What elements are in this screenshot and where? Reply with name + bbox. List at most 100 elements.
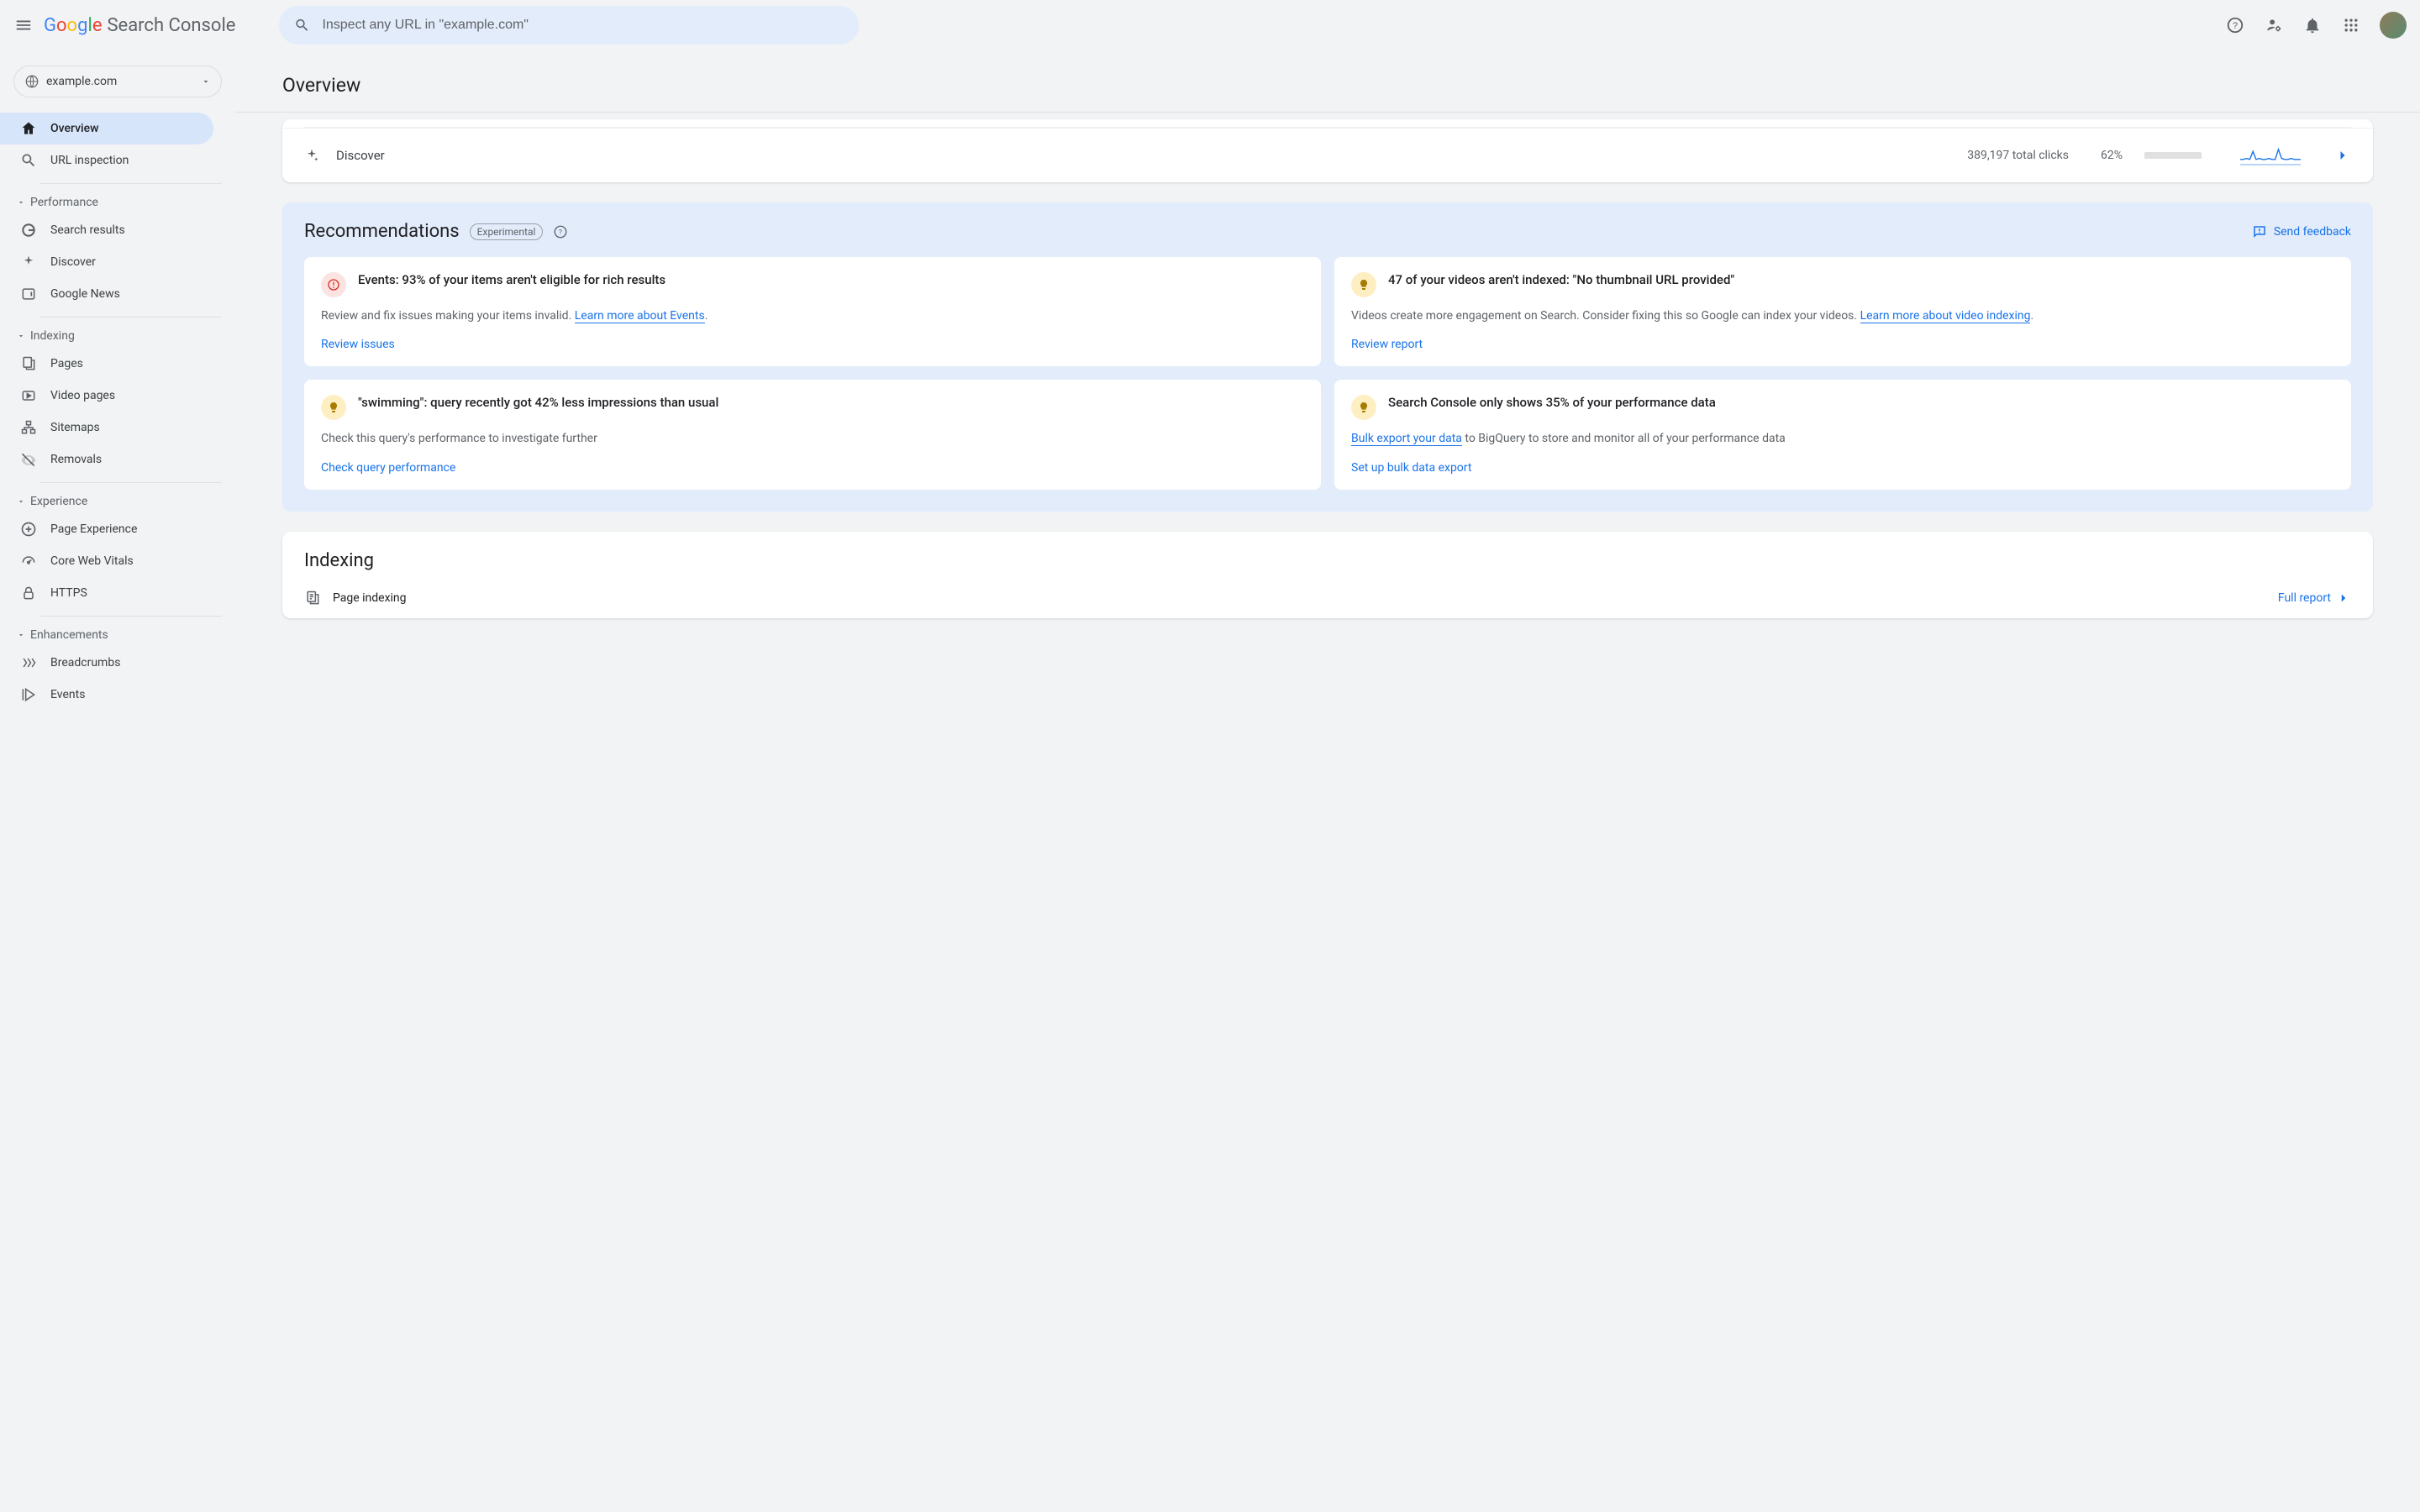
pages-icon	[304, 590, 321, 606]
video-icon	[20, 387, 37, 404]
account-avatar[interactable]	[2380, 12, 2407, 39]
menu-icon[interactable]	[13, 15, 34, 35]
discover-sparkline	[2240, 145, 2301, 165]
discover-label: Discover	[336, 148, 385, 163]
recommendation-card: "swimming": query recently got 42% less …	[304, 380, 1321, 489]
discover-pct: 62%	[2101, 149, 2123, 162]
property-name: example.com	[46, 75, 117, 88]
performance-card: Discover 389,197 total clicks 62%	[282, 119, 2373, 182]
sidebar-item-breadcrumbs[interactable]: Breadcrumbs	[0, 647, 213, 679]
sidebar-item-core-web-vitals[interactable]: Core Web Vitals	[0, 545, 213, 577]
indexing-title: Indexing	[282, 532, 2373, 578]
sidebar-item-label: URL inspection	[50, 154, 129, 167]
sidebar-group-indexing[interactable]: Indexing	[0, 324, 235, 348]
sidebar-item-label: Discover	[50, 255, 96, 269]
help-icon[interactable]: ?	[2225, 15, 2245, 35]
sidebar-item-page-experience[interactable]: Page Experience	[0, 513, 213, 545]
sidebar-item-pages[interactable]: Pages	[0, 348, 213, 380]
recommendations-title: Recommendations	[304, 221, 460, 242]
full-report-link[interactable]: Full report	[2278, 591, 2351, 606]
sidebar-item-https[interactable]: HTTPS	[0, 577, 213, 609]
recommendation-body: Videos create more engagement on Search.…	[1351, 307, 2334, 324]
lightbulb-icon	[321, 395, 346, 420]
indexing-card: Indexing Page indexing Full report	[282, 532, 2373, 618]
sidebar-item-label: Overview	[50, 122, 98, 135]
chevron-right-icon[interactable]	[2334, 147, 2351, 164]
apps-icon[interactable]	[2341, 15, 2361, 35]
discover-row[interactable]: Discover 389,197 total clicks 62%	[282, 128, 2373, 182]
recommendation-body: Check this query's performance to invest…	[321, 430, 1304, 447]
speed-icon	[20, 553, 37, 570]
recommendation-learn-more-link[interactable]: Learn more about Events	[575, 309, 705, 323]
send-feedback-link[interactable]: Send feedback	[2252, 224, 2351, 239]
chevron-down-icon	[17, 332, 25, 340]
lightbulb-icon	[1351, 272, 1376, 297]
recommendation-title: Search Console only shows 35% of your pe…	[1388, 395, 1716, 410]
sidebar-item-label: Google News	[50, 287, 120, 301]
sidebar-item-label: Search results	[50, 223, 125, 237]
visibility-off-icon	[20, 451, 37, 468]
sidebar-item-label: Pages	[50, 357, 83, 370]
sidebar-item-label: Page Experience	[50, 522, 137, 536]
recommendation-learn-more-link[interactable]: Bulk export your data	[1351, 432, 1462, 446]
globe-icon	[24, 74, 39, 89]
sidebar-item-label: Removals	[50, 453, 102, 466]
sidebar: example.com Overview URL inspection Perfor…	[0, 50, 235, 1512]
recommendation-title: 47 of your videos aren't indexed: "No th…	[1388, 272, 1734, 287]
sidebar-item-label: HTTPS	[50, 586, 87, 600]
url-inspect-search[interactable]	[279, 6, 859, 45]
home-icon	[20, 120, 37, 137]
experimental-badge: Experimental	[470, 223, 544, 240]
sidebar-item-label: Core Web Vitals	[50, 554, 134, 568]
discover-clicks: 389,197 total clicks	[1967, 149, 2069, 162]
sidebar-item-removals[interactable]: Removals	[0, 444, 213, 475]
sidebar-group-performance[interactable]: Performance	[0, 191, 235, 214]
chevron-down-icon	[201, 76, 211, 87]
recommendation-body: Review and fix issues making your items …	[321, 307, 1304, 324]
notifications-icon[interactable]	[2302, 15, 2323, 35]
recommendation-card: 47 of your videos aren't indexed: "No th…	[1334, 257, 2351, 366]
help-icon[interactable]: ?	[553, 224, 568, 239]
recommendation-action-link[interactable]: Check query performance	[321, 461, 1304, 475]
logo[interactable]: Google Search Console	[44, 15, 235, 36]
pages-icon	[20, 355, 37, 372]
sidebar-item-label: Sitemaps	[50, 421, 100, 434]
url-inspect-input[interactable]	[322, 18, 844, 33]
page-indexing-label: Page indexing	[333, 591, 407, 605]
recommendation-learn-more-link[interactable]: Learn more about video indexing	[1860, 309, 2031, 323]
sidebar-item-google-news[interactable]: Google News	[0, 278, 213, 310]
lightbulb-icon	[1351, 395, 1376, 420]
plus-circle-icon	[20, 521, 37, 538]
sidebar-group-experience[interactable]: Experience	[0, 490, 235, 513]
people-settings-icon[interactable]	[2264, 15, 2284, 35]
main-content: Overview Discover 389,197 total clicks 6…	[235, 50, 2420, 1512]
google-g-icon	[20, 222, 37, 239]
sidebar-item-video-pages[interactable]: Video pages	[0, 380, 213, 412]
discover-bar	[2144, 152, 2202, 159]
sidebar-item-url-inspection[interactable]: URL inspection	[0, 144, 213, 176]
page-title: Overview	[235, 50, 2420, 113]
sidebar-item-search-results[interactable]: Search results	[0, 214, 213, 246]
recommendation-action-link[interactable]: Review issues	[321, 338, 1304, 351]
top-bar: Google Search Console ?	[0, 0, 2420, 50]
sidebar-item-overview[interactable]: Overview	[0, 113, 213, 144]
sidebar-item-label: Breadcrumbs	[50, 656, 120, 669]
property-selector[interactable]: example.com	[13, 66, 222, 97]
page-indexing-row[interactable]: Page indexing Full report	[282, 578, 2373, 618]
recommendation-action-link[interactable]: Review report	[1351, 338, 2334, 351]
recommendation-body: Bulk export your data to BigQuery to sto…	[1351, 430, 2334, 447]
sidebar-item-events[interactable]: Events	[0, 679, 213, 711]
product-name: Search Console	[107, 15, 235, 36]
chevron-down-icon	[17, 497, 25, 506]
search-icon	[294, 17, 310, 34]
sidebar-item-sitemaps[interactable]: Sitemaps	[0, 412, 213, 444]
svg-text:?: ?	[559, 228, 562, 237]
error-icon	[321, 272, 346, 297]
sparkle-icon	[20, 254, 37, 270]
recommendation-title: "swimming": query recently got 42% less …	[358, 395, 718, 410]
sidebar-item-label: Events	[50, 688, 85, 701]
recommendation-action-link[interactable]: Set up bulk data export	[1351, 461, 2334, 475]
sidebar-item-discover[interactable]: Discover	[0, 246, 213, 278]
recommendation-card: Search Console only shows 35% of your pe…	[1334, 380, 2351, 489]
sidebar-group-enhancements[interactable]: Enhancements	[0, 623, 235, 647]
